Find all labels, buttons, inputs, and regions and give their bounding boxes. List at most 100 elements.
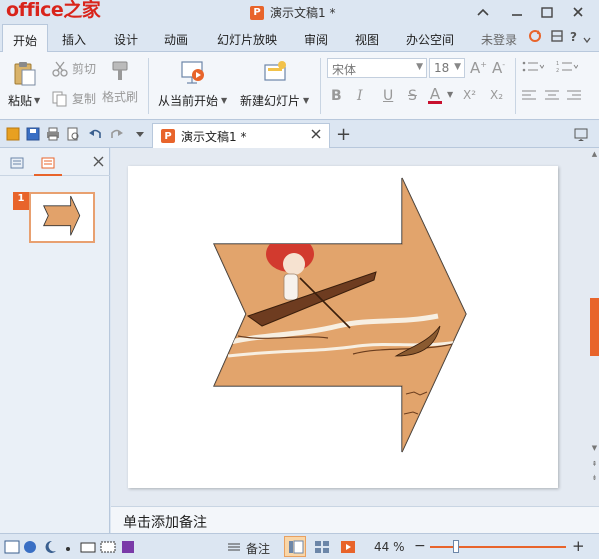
minimize-button[interactable]	[504, 2, 530, 22]
zoom-slider[interactable]	[430, 546, 566, 548]
bold-button[interactable]: B	[331, 88, 342, 104]
wps-presentation-icon: P	[250, 5, 264, 20]
slideshow-play-icon	[180, 61, 204, 84]
close-panel-icon[interactable]	[93, 156, 104, 167]
normal-view-button[interactable]	[284, 536, 306, 557]
print-preview-icon[interactable]	[66, 127, 80, 141]
ribbon-separator	[515, 58, 516, 114]
slide-sorter-icon[interactable]	[314, 539, 330, 555]
chevron-down-icon[interactable]: ▼	[447, 90, 453, 99]
slide-thumbnail[interactable]	[29, 192, 95, 243]
strikethrough-button[interactable]: S	[408, 88, 417, 104]
font-name-value: 宋体	[332, 63, 357, 77]
font-name-select[interactable]: 宋体 ▼	[327, 58, 427, 78]
keyboard-icon[interactable]	[80, 539, 96, 555]
align-left-button[interactable]	[522, 90, 536, 102]
font-size-select[interactable]: 18 ▼	[429, 58, 465, 78]
zoom-in-button[interactable]: +	[572, 537, 585, 555]
align-right-button[interactable]	[567, 90, 581, 102]
play-from-current-label: 从当前开始	[158, 94, 219, 108]
maximize-button[interactable]	[534, 2, 560, 22]
help-menu-button[interactable]	[583, 32, 591, 46]
save-icon[interactable]	[26, 127, 40, 141]
italic-button[interactable]: I	[357, 88, 363, 104]
quick-access-bar: P 演示文稿1 * +	[0, 121, 599, 148]
close-tab-button[interactable]	[311, 128, 321, 143]
ribbon-collapse-button[interactable]	[470, 2, 496, 22]
tab-slideshow[interactable]: 幻灯片放映	[217, 31, 277, 48]
svg-text:2: 2	[556, 68, 559, 74]
align-center-button[interactable]	[545, 90, 559, 102]
ribbon-separator	[320, 58, 321, 114]
bullet-list-button[interactable]	[522, 60, 544, 74]
login-link[interactable]: 未登录	[481, 31, 517, 48]
zoom-out-button[interactable]: −	[414, 538, 426, 554]
tab-animation[interactable]: 动画	[164, 31, 188, 48]
underline-button[interactable]: U	[383, 88, 393, 104]
outline-view-icon[interactable]	[10, 157, 24, 169]
input-method-icon[interactable]	[22, 539, 38, 555]
cut-label: 剪切	[72, 62, 97, 76]
copy-icon	[52, 91, 67, 106]
moon-icon[interactable]	[42, 539, 58, 555]
ime-skin-icon[interactable]	[120, 539, 136, 555]
slide-canvas	[111, 148, 590, 506]
tab-review[interactable]: 审阅	[304, 31, 328, 48]
new-file-icon[interactable]	[6, 127, 20, 141]
tab-list-icon[interactable]	[574, 127, 588, 141]
grow-font-button[interactable]: A+	[470, 59, 487, 77]
close-icon	[311, 129, 321, 139]
tab-view[interactable]: 视图	[355, 31, 379, 48]
sync-icon	[529, 30, 541, 42]
slides-view-tab[interactable]	[34, 152, 62, 176]
cut-button[interactable]: 剪切	[52, 60, 96, 77]
close-window-button[interactable]	[565, 2, 591, 22]
customize-toolbar-icon[interactable]	[133, 127, 147, 141]
skin-button[interactable]	[550, 29, 564, 46]
close-icon	[573, 7, 583, 17]
slide[interactable]	[128, 166, 558, 488]
notes-toggle-icon[interactable]	[226, 539, 242, 555]
scroll-down-icon[interactable]: ▼	[590, 444, 599, 452]
help-button[interactable]: ?	[570, 30, 577, 44]
presentation-file-icon: P	[161, 129, 175, 143]
slideshow-icon[interactable]	[340, 539, 356, 555]
superscript-button[interactable]: X²	[463, 88, 476, 102]
chevron-down-icon: ▼	[34, 96, 41, 105]
copy-button[interactable]: 复制	[52, 90, 96, 107]
undo-icon[interactable]	[88, 127, 102, 141]
tab-design[interactable]: 设计	[114, 31, 138, 48]
tab-insert[interactable]: 插入	[62, 31, 86, 48]
shrink-font-button[interactable]: A-	[492, 59, 505, 77]
next-slide-icon[interactable]: ⇟	[590, 474, 599, 482]
play-from-current-button[interactable]: 从当前开始 ▼	[158, 60, 227, 109]
scrollbar-thumb[interactable]	[590, 298, 599, 356]
zoom-slider-thumb[interactable]	[453, 540, 459, 553]
print-icon[interactable]	[46, 127, 60, 141]
sync-button[interactable]	[528, 29, 542, 46]
document-tab[interactable]: P 演示文稿1 *	[152, 123, 330, 148]
taskbar-app-icon[interactable]	[4, 539, 20, 555]
new-slide-button[interactable]: 新建幻灯片 ▼	[240, 60, 309, 109]
status-bar: 备注 44 % − +	[0, 533, 599, 559]
chevron-up-icon	[477, 8, 489, 16]
subscript-button[interactable]: X₂	[490, 88, 503, 102]
font-color-button[interactable]: A	[428, 85, 442, 104]
notes-area[interactable]: 单击添加备注	[111, 506, 599, 533]
redo-icon[interactable]	[110, 127, 124, 141]
tab-office-space[interactable]: 办公空间	[406, 31, 454, 48]
scroll-up-icon[interactable]: ▲	[590, 150, 599, 158]
previous-slide-icon[interactable]: ⇞	[590, 460, 599, 468]
soft-keyboard-icon[interactable]	[100, 539, 116, 555]
paste-button[interactable]: 粘贴 ▼	[8, 60, 40, 109]
chevron-down-icon: ▼	[416, 62, 423, 72]
new-tab-button[interactable]: +	[336, 124, 351, 145]
notes-toggle-label[interactable]: 备注	[246, 540, 270, 557]
chevron-down-icon: ▼	[221, 96, 228, 105]
arrow-picture-shape[interactable]	[128, 166, 558, 488]
vertical-scrollbar[interactable]: ▲ ▼ ⇞ ⇟	[590, 148, 599, 506]
numbered-list-button[interactable]: 12	[556, 60, 578, 74]
format-painter-button[interactable]: 格式刷	[102, 60, 138, 105]
punctuation-icon[interactable]	[62, 539, 78, 555]
tab-home[interactable]: 开始	[2, 24, 49, 52]
